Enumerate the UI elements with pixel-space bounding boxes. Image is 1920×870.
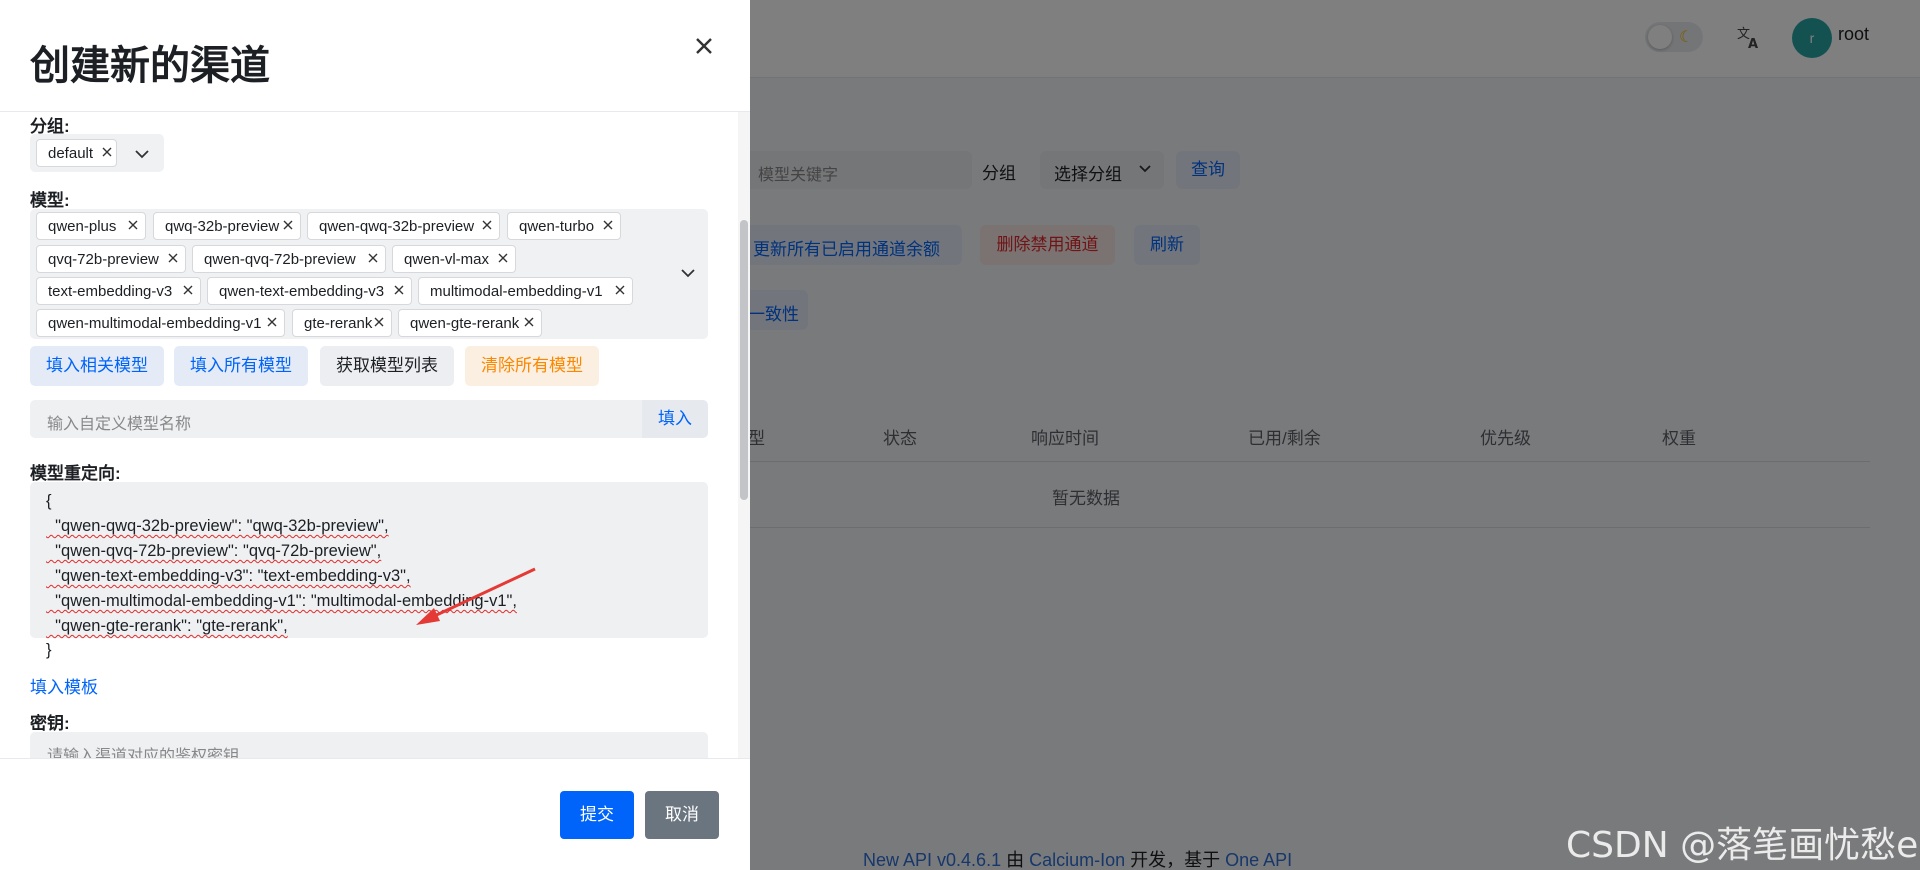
sheet-footer: 提交 取消 <box>0 758 750 870</box>
close-icon[interactable] <box>481 219 493 231</box>
close-icon[interactable] <box>182 284 194 296</box>
model-tag: qwen-qwq-32b-preview <box>307 212 500 240</box>
model-redirect-textarea[interactable]: { "qwen-qwq-32b-preview": "qwq-32b-previ… <box>30 482 708 638</box>
annotation-arrow-icon <box>416 567 536 625</box>
redirect-line: "qwen-qwq-32b-preview": "qwq-32b-preview… <box>46 517 389 535</box>
close-icon[interactable] <box>523 316 535 328</box>
fill-all-models-button[interactable]: 填入所有模型 <box>174 346 308 386</box>
tag-label: gte-rerank <box>304 315 373 332</box>
close-icon[interactable] <box>690 32 718 60</box>
tag-label: qwen-qwq-32b-preview <box>319 218 475 235</box>
close-icon[interactable] <box>167 252 179 264</box>
model-tag: qwen-vl-max <box>392 245 516 273</box>
model-tag: qwen-turbo <box>507 212 621 240</box>
redirect-line: "qwen-qvq-72b-preview": "qvq-72b-preview… <box>46 542 382 560</box>
redirect-line: } <box>46 641 52 659</box>
close-icon[interactable] <box>497 252 509 264</box>
sheet-body: 分组: default 模型: qwen-plus qwq-32b-previe… <box>0 112 738 758</box>
tag-label: default <box>48 145 94 162</box>
tag-label: qwen-multimodal-embedding-v1 <box>48 315 262 332</box>
model-tag: qwen-text-embedding-v3 <box>207 277 412 305</box>
sheet-title: 创建新的渠道 <box>30 44 270 88</box>
redirect-field-label: 模型重定向: <box>30 464 121 483</box>
model-tag: qwen-qvq-72b-preview <box>192 245 386 273</box>
close-icon[interactable] <box>266 316 278 328</box>
models-multiselect[interactable]: qwen-plus qwq-32b-preview qwen-qwq-32b-p… <box>30 209 708 339</box>
model-tag: qvq-72b-preview <box>36 245 186 273</box>
tag-label: multimodal-embedding-v1 <box>430 283 603 300</box>
clear-all-models-button[interactable]: 清除所有模型 <box>465 346 599 386</box>
close-icon[interactable] <box>602 219 614 231</box>
model-tag: qwq-32b-preview <box>153 212 301 240</box>
key-input[interactable]: 请输入渠道对应的鉴权密钥 <box>30 732 708 758</box>
models-field-label: 模型: <box>30 191 70 210</box>
model-tag: gte-rerank <box>292 309 392 337</box>
submit-button[interactable]: 提交 <box>560 791 634 839</box>
close-icon[interactable] <box>101 146 113 158</box>
sheet-header: 创建新的渠道 <box>0 0 750 112</box>
close-icon[interactable] <box>282 219 294 231</box>
chevron-down-icon[interactable] <box>680 265 696 281</box>
close-icon[interactable] <box>127 219 139 231</box>
tag-label: qwen-turbo <box>519 218 595 235</box>
redirect-line: "qwen-text-embedding-v3": "text-embeddin… <box>46 567 411 585</box>
fetch-model-list-button[interactable]: 获取模型列表 <box>320 346 454 386</box>
group-tag: default <box>36 139 117 167</box>
tag-label: qwq-32b-preview <box>165 218 280 235</box>
watermark: CSDN @落笔画忧愁e <box>1566 825 1919 866</box>
custom-model-input[interactable]: 输入自定义模型名称 <box>30 400 642 438</box>
tag-label: qwen-plus <box>48 218 117 235</box>
scrollbar-thumb[interactable] <box>740 220 748 500</box>
model-tag: qwen-plus <box>36 212 146 240</box>
create-channel-sheet: 创建新的渠道 分组: default 模型: qwen-plus qwq-32b… <box>0 0 750 870</box>
close-icon[interactable] <box>393 284 405 296</box>
model-tag: qwen-multimodal-embedding-v1 <box>36 309 285 337</box>
fill-related-models-button[interactable]: 填入相关模型 <box>30 346 164 386</box>
model-tag: text-embedding-v3 <box>36 277 201 305</box>
close-icon[interactable] <box>367 252 379 264</box>
fill-template-link[interactable]: 填入模板 <box>30 673 98 698</box>
model-tag: qwen-gte-rerank <box>398 309 542 337</box>
key-field-label: 密钥: <box>30 714 70 733</box>
close-icon[interactable] <box>614 284 626 296</box>
tag-label: text-embedding-v3 <box>48 283 173 300</box>
tag-label: qwen-vl-max <box>404 251 490 268</box>
model-tag: multimodal-embedding-v1 <box>418 277 633 305</box>
chevron-down-icon[interactable] <box>134 146 150 162</box>
cancel-button[interactable]: 取消 <box>645 791 719 839</box>
redirect-line: { <box>46 492 52 510</box>
redirect-line: "qwen-gte-rerank": "gte-rerank", <box>46 617 288 635</box>
tag-label: qwen-qvq-72b-preview <box>204 251 356 268</box>
sheet-scrollbar[interactable] <box>738 112 750 758</box>
tag-label: qwen-text-embedding-v3 <box>219 283 385 300</box>
close-icon[interactable] <box>373 316 385 328</box>
fill-custom-model-button[interactable]: 填入 <box>642 400 708 438</box>
group-multiselect[interactable]: default <box>30 134 164 172</box>
tag-label: qvq-72b-preview <box>48 251 159 268</box>
tag-label: qwen-gte-rerank <box>410 315 520 332</box>
